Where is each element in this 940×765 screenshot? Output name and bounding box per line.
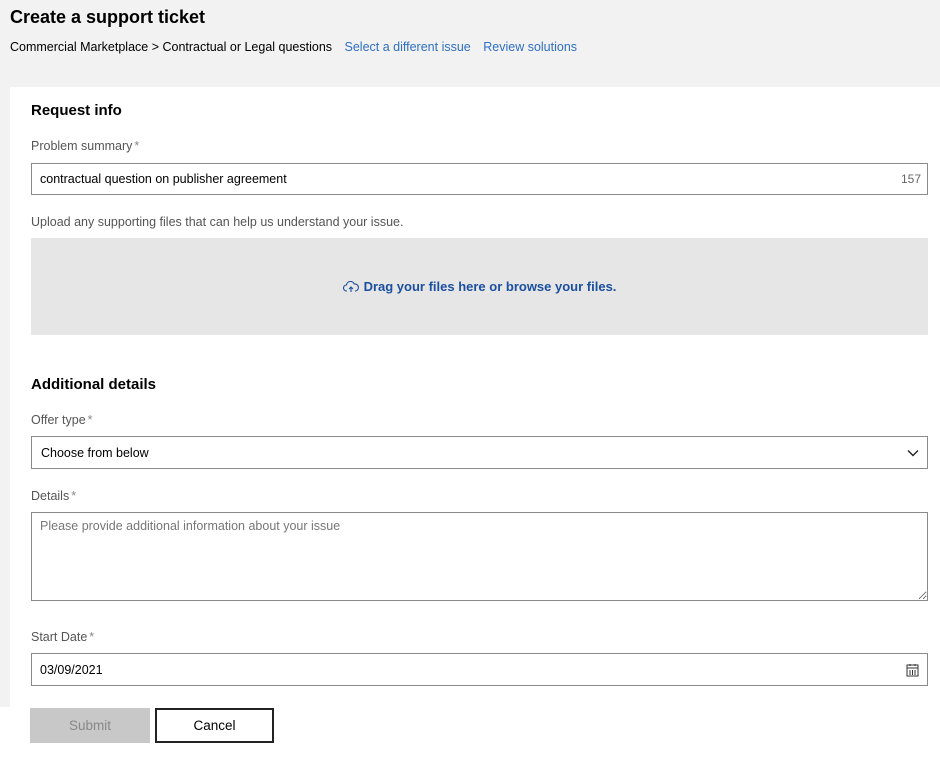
page-header: Create a support ticket Commercial Marke… bbox=[0, 0, 940, 65]
submit-button[interactable]: Submit bbox=[30, 708, 150, 743]
details-textarea[interactable] bbox=[31, 512, 928, 601]
problem-summary-label: Problem summary * bbox=[31, 139, 139, 153]
cancel-button[interactable]: Cancel bbox=[155, 708, 274, 743]
character-count: 157 bbox=[900, 172, 921, 186]
label-text: Offer type bbox=[31, 413, 86, 427]
browse-files-link[interactable]: Drag your files here or browse your file… bbox=[364, 279, 617, 294]
input-value: contractual question on publisher agreem… bbox=[40, 172, 287, 186]
file-drop-zone[interactable]: Drag your files here or browse your file… bbox=[31, 238, 928, 335]
additional-details-heading: Additional details bbox=[31, 376, 157, 393]
select-value: Choose from below bbox=[41, 445, 149, 460]
calendar-icon[interactable] bbox=[906, 663, 919, 677]
label-text: Details bbox=[31, 489, 70, 503]
label-text: Problem summary bbox=[31, 139, 133, 153]
start-date-input[interactable]: 03/09/2021 bbox=[31, 653, 928, 686]
label-text: Start Date bbox=[31, 630, 88, 644]
review-solutions-link[interactable]: Review solutions bbox=[483, 40, 577, 54]
cloud-upload-icon bbox=[342, 280, 359, 292]
required-marker: * bbox=[89, 630, 95, 644]
page-title: Create a support ticket bbox=[10, 7, 206, 27]
breadcrumb: Commercial Marketplace > Contractual or … bbox=[10, 40, 577, 54]
breadcrumb-path: Commercial Marketplace > Contractual or … bbox=[10, 40, 333, 54]
input-value: 03/09/2021 bbox=[40, 662, 103, 677]
select-different-issue-link[interactable]: Select a different issue bbox=[345, 40, 471, 54]
chevron-down-icon bbox=[907, 449, 919, 456]
details-label: Details * bbox=[31, 489, 76, 503]
offer-type-label: Offer type * bbox=[31, 413, 93, 427]
upload-label: Upload any supporting files that can hel… bbox=[31, 215, 404, 229]
start-date-label: Start Date * bbox=[31, 630, 94, 644]
offer-type-select[interactable]: Choose from below bbox=[31, 436, 928, 469]
required-marker: * bbox=[71, 489, 77, 503]
required-marker: * bbox=[134, 139, 140, 153]
required-marker: * bbox=[87, 413, 93, 427]
problem-summary-input[interactable]: contractual question on publisher agreem… bbox=[31, 163, 928, 195]
request-info-heading: Request info bbox=[31, 102, 122, 119]
